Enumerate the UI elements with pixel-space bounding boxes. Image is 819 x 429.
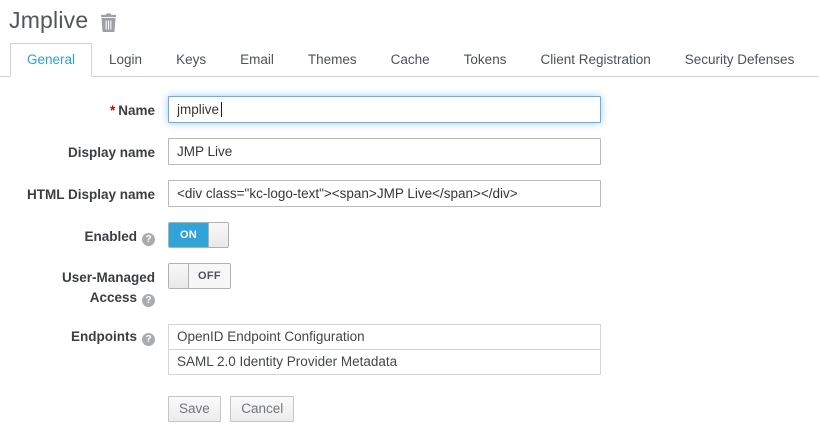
user-managed-access-toggle[interactable]: OFF — [168, 263, 231, 289]
display-name-field-row: Display name — [0, 138, 819, 165]
display-name-label: Display name — [0, 138, 155, 165]
question-circle-icon[interactable] — [142, 294, 155, 307]
trash-icon — [100, 20, 117, 35]
enabled-field-row: Enabled ON — [0, 222, 819, 248]
text-cursor — [221, 102, 222, 117]
saml-metadata-link[interactable]: SAML 2.0 Identity Provider Metadata — [169, 350, 600, 374]
html-display-name-input[interactable] — [168, 180, 601, 207]
tab-tokens[interactable]: Tokens — [447, 43, 524, 77]
name-field-row: *Name — [0, 96, 819, 123]
tab-email[interactable]: Email — [223, 43, 291, 77]
realm-settings-tabs: General Login Keys Email Themes Cache To… — [0, 43, 819, 77]
cancel-button[interactable]: Cancel — [230, 396, 294, 422]
endpoints-list: OpenID Endpoint Configuration SAML 2.0 I… — [168, 324, 601, 375]
user-managed-access-label: User-Managed Access — [0, 263, 155, 309]
required-asterisk: * — [110, 103, 115, 118]
delete-realm-button[interactable] — [100, 13, 117, 32]
save-button[interactable]: Save — [168, 396, 221, 422]
enabled-label: Enabled — [0, 222, 155, 248]
tab-cache[interactable]: Cache — [374, 43, 447, 77]
name-input[interactable] — [168, 96, 601, 123]
enabled-toggle[interactable]: ON — [168, 222, 229, 248]
toggle-handle — [169, 264, 189, 288]
toggle-on-label: ON — [169, 223, 208, 247]
tab-login[interactable]: Login — [92, 43, 159, 77]
tab-keys[interactable]: Keys — [159, 43, 223, 77]
openid-endpoint-link[interactable]: OpenID Endpoint Configuration — [169, 325, 600, 350]
question-circle-icon[interactable] — [142, 333, 155, 346]
display-name-input[interactable] — [168, 138, 601, 165]
page-header: Jmplive — [0, 0, 819, 34]
user-managed-access-field-row: User-Managed Access OFF — [0, 263, 819, 309]
toggle-handle — [208, 223, 228, 247]
html-display-name-field-row: HTML Display name — [0, 180, 819, 207]
form-actions: Save Cancel — [168, 396, 601, 422]
tab-themes[interactable]: Themes — [291, 43, 374, 77]
html-display-name-label: HTML Display name — [0, 180, 155, 207]
tab-security-defenses[interactable]: Security Defenses — [668, 43, 812, 77]
question-circle-icon[interactable] — [142, 233, 155, 246]
tab-general[interactable]: General — [10, 43, 92, 77]
toggle-off-label: OFF — [189, 264, 230, 288]
page-title: Jmplive — [9, 7, 88, 34]
endpoints-field-row: Endpoints OpenID Endpoint Configuration … — [0, 324, 819, 422]
endpoints-label: Endpoints — [0, 324, 155, 422]
tab-client-registration[interactable]: Client Registration — [523, 43, 667, 77]
name-label: *Name — [0, 96, 155, 123]
realm-general-form: *Name Display name HTML Display name Ena… — [0, 77, 819, 422]
